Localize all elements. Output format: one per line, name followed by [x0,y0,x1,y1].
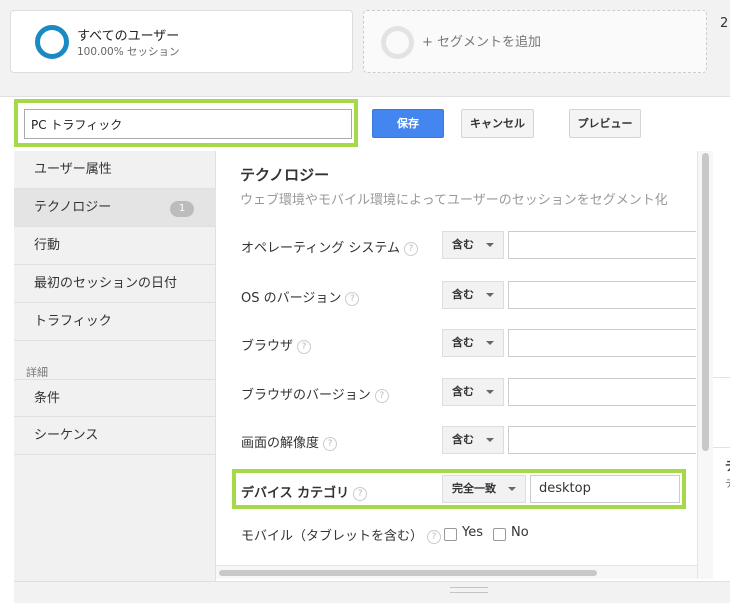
operator-dropdown-browser[interactable]: 含む [442,329,504,357]
nav-item-label: トラフィック [34,314,112,329]
nav-item-conditions[interactable]: 条件 [14,379,216,417]
nav-item-demographics[interactable]: ユーザー属性 [14,151,216,189]
save-button[interactable]: 保存 [372,109,444,138]
segment-name: すべてのユーザー [77,29,180,44]
mobile-yes-checkbox[interactable] [444,528,457,541]
dropdown-caret-icon [486,243,494,247]
advanced-heading: 詳細 [26,366,48,379]
nav-item-traffic[interactable]: トラフィック [14,303,216,341]
value-input-device-category[interactable]: desktop [530,475,680,503]
operator-dropdown-os[interactable]: 含む [442,231,504,259]
nav-item-first-session-date[interactable]: 最初のセッションの日付 [14,265,216,303]
mobile-no-label: No [511,525,529,540]
filter-label-device-category: デバイス カテゴリ? [241,482,368,501]
dropdown-caret-icon [486,293,494,297]
help-icon[interactable]: ? [403,242,418,256]
value-input-os[interactable] [508,231,696,259]
help-icon[interactable]: ? [297,340,312,354]
nav-item-sequences[interactable]: シーケンス [14,417,216,455]
condition-count-badge: 1 [170,201,194,217]
value-input-browser[interactable] [508,329,696,357]
value-input-screen-resolution[interactable] [508,426,696,454]
horizontal-scrollbar[interactable] [216,565,697,579]
summary-heading-fragment: デ [725,457,730,474]
nav-item-behavior[interactable]: 行動 [14,227,216,265]
filter-label-browser-version: ブラウザのバージョン? [241,384,389,403]
help-icon[interactable]: ? [323,437,338,451]
segment-percentage: 100.00% セッション [77,46,180,58]
value-input-browser-version[interactable] [508,378,696,406]
horizontal-scroll-thumb[interactable] [219,570,597,576]
nav-item-label: 条件 [34,391,61,406]
summary-text-fragment: デ [725,475,730,490]
filter-label-mobile: モバイル（タブレットを含む）? [241,525,442,544]
filter-label-screen-resolution: 画面の解像度? [241,432,338,451]
value-input-os-version[interactable] [508,281,696,309]
help-icon[interactable]: ? [345,292,360,306]
segment-donut-icon [35,25,69,59]
operator-dropdown-screen-resolution[interactable]: 含む [442,426,504,454]
add-segment-label: + セグメントを追加 [422,35,542,50]
mobile-no-checkbox[interactable] [493,528,506,541]
vertical-scroll-thumb[interactable] [702,153,709,451]
cancel-button[interactable]: キャンセル [461,109,534,138]
filter-label-os-version: OS のバージョン? [241,287,360,306]
panel-title: テクノロジー [240,166,330,184]
dropdown-caret-icon [486,390,494,394]
nav-item-label: シーケンス [34,428,99,443]
help-icon[interactable]: ? [374,389,389,403]
technology-panel: テクノロジー ウェブ環境やモバイル環境によってユーザーのセッションをセグメント化… [216,151,696,565]
vertical-scrollbar[interactable] [697,151,713,579]
nav-item-technology[interactable]: テクノロジー 1 [14,189,216,227]
mobile-yes-label: Yes [462,525,483,540]
dropdown-caret-icon [486,438,494,442]
date-range-fragment: 2 [720,16,729,31]
resize-grip-icon[interactable] [450,587,488,593]
preview-button[interactable]: プレビュー [569,109,641,138]
segment-name-input[interactable] [24,109,352,139]
nav-item-label: ユーザー属性 [34,162,112,177]
segment-all-users[interactable]: すべてのユーザー 100.00% セッション [10,10,353,73]
help-icon[interactable]: ? [353,487,368,501]
add-segment-button[interactable]: + セグメントを追加 [363,10,707,73]
filter-label-os: オペレーティング システム? [241,237,418,256]
operator-dropdown-browser-version[interactable]: 含む [442,378,504,406]
operator-dropdown-os-version[interactable]: 含む [442,281,504,309]
divider [713,377,730,378]
filter-label-browser: ブラウザ? [241,335,312,354]
help-icon[interactable]: ? [427,530,442,544]
resize-bar[interactable] [14,581,730,603]
summary-panel-edge: デ デ [713,151,730,579]
divider [713,447,730,448]
operator-dropdown-device-category[interactable]: 完全一致 [442,475,526,503]
nav-item-label: テクノロジー [34,200,112,215]
dropdown-caret-icon [486,341,494,345]
segment-bar: すべてのユーザー 100.00% セッション + セグメントを追加 2 [0,0,730,96]
empty-donut-icon [381,26,414,59]
segment-editor: 保存 キャンセル プレビュー ユーザー属性 テクノロジー 1 行動 最初のセッショ… [0,96,730,603]
panel-description: ウェブ環境やモバイル環境によってユーザーのセッションをセグメント化 [240,193,668,208]
dropdown-caret-icon [508,487,516,491]
nav-item-label: 最初のセッションの日付 [34,276,178,291]
nav-item-label: 行動 [34,238,61,253]
segment-category-nav: ユーザー属性 テクノロジー 1 行動 最初のセッションの日付 トラフィック 詳細 … [14,151,216,581]
